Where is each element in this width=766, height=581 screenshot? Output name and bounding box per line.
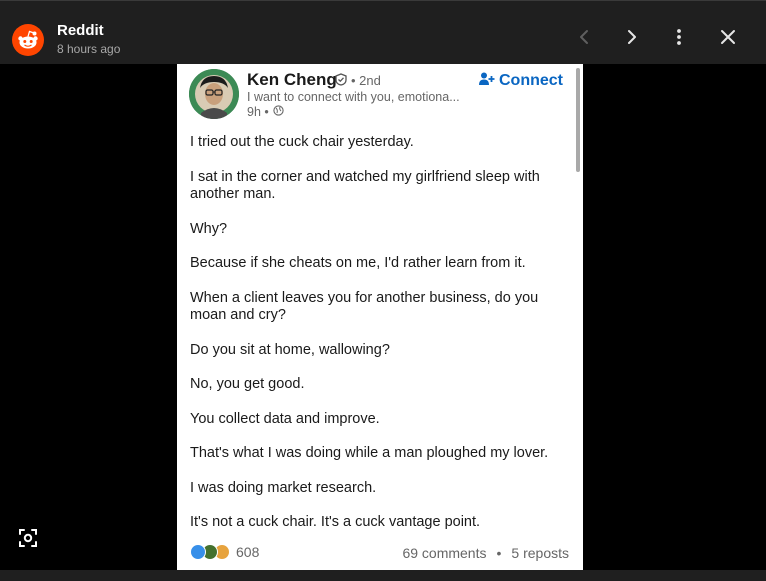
globe-icon <box>273 105 284 119</box>
post-paragraph: I was doing market research. <box>190 479 377 496</box>
scrollbar[interactable] <box>576 68 580 172</box>
reposts-count: 5 reposts <box>511 545 569 561</box>
post-screenshot: Ken Cheng • 2nd I want to connect with y… <box>177 64 583 570</box>
post-paragraph: No, you get good. <box>190 376 305 392</box>
chevron-right-icon <box>625 29 639 50</box>
reactions-count: 608 <box>236 544 260 560</box>
viewer-header: Reddit 8 hours ago <box>0 0 766 64</box>
reactions-bar: 608 <box>190 544 259 560</box>
next-button[interactable] <box>618 25 646 53</box>
more-vertical-icon <box>676 28 682 51</box>
app-name: Reddit <box>57 22 104 39</box>
post-time: 9h • <box>247 105 269 119</box>
post-paragraph: You collect data and improve. <box>190 410 380 427</box>
reddit-icon <box>12 24 44 56</box>
post-paragraph: That's what I was doing while a man plou… <box>190 445 549 461</box>
author-headline: I want to connect with you, emotiona... <box>247 90 460 104</box>
connection-degree: • 2nd <box>351 73 381 88</box>
post-body: I tried out the cuck chair yesterday. I … <box>190 134 570 549</box>
post-paragraph: Because if she cheats on me, I'd rather … <box>190 255 526 271</box>
like-reaction-icon <box>190 544 206 560</box>
post-stats: 69 comments • 5 reposts <box>402 545 569 561</box>
timestamp: 8 hours ago <box>57 42 121 56</box>
stats-separator: • <box>496 545 502 561</box>
previous-button[interactable] <box>570 25 598 53</box>
post-paragraph: I sat in the corner and watched my girlf… <box>190 168 540 203</box>
viewer-footer <box>0 570 766 581</box>
add-person-icon <box>479 71 495 92</box>
more-options-button[interactable] <box>665 25 693 53</box>
post-paragraph: Do you sit at home, wallowing? <box>190 341 390 358</box>
lens-icon <box>17 529 39 553</box>
connect-button[interactable]: Connect <box>479 70 563 92</box>
post-paragraph: Why? <box>190 220 228 237</box>
post-meta: 9h • <box>247 105 284 119</box>
author-avatar <box>189 69 239 119</box>
comments-count: 69 comments <box>402 545 487 561</box>
connect-label: Connect <box>499 72 563 89</box>
author-name: Ken Cheng <box>247 70 337 89</box>
chevron-left-icon <box>577 29 591 50</box>
post-paragraph: It's not a cuck chair. It's a cuck vanta… <box>190 514 481 530</box>
close-icon <box>720 29 736 50</box>
post-paragraph: When a client leaves you for another bus… <box>190 289 539 324</box>
post-paragraph: I tried out the cuck chair yesterday. <box>190 134 414 150</box>
verified-shield-icon <box>335 73 347 91</box>
close-button[interactable] <box>714 25 742 53</box>
lens-button[interactable] <box>17 527 39 549</box>
